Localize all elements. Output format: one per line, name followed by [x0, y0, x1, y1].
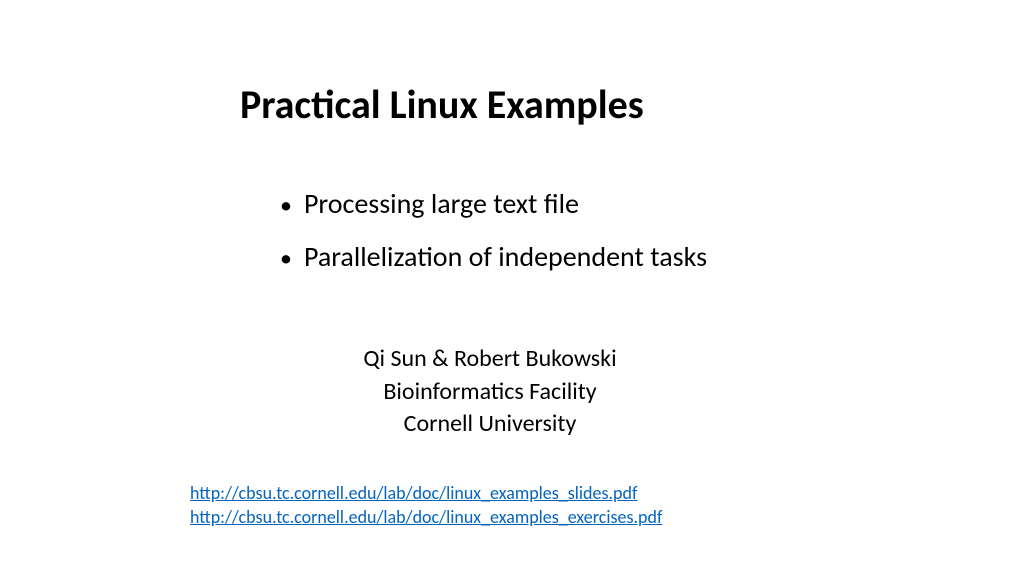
exercises-link[interactable]: http://cbsu.tc.cornell.edu/lab/doc/linux…	[190, 505, 662, 529]
bullet-dot-icon: •	[280, 183, 292, 229]
bullet-dot-icon: •	[280, 236, 292, 282]
bullet-list: • Processing large text file • Paralleli…	[280, 177, 840, 283]
slide-container: Practical Linux Examples • Processing la…	[0, 0, 1020, 573]
bullet-text: Processing large text file	[304, 177, 579, 230]
authors-facility: Bioinformatics Facility	[140, 376, 840, 408]
bullet-item: • Parallelization of independent tasks	[280, 230, 840, 283]
authors-names: Qi Sun & Robert Bukowski	[140, 343, 840, 375]
slide-title: Practical Linux Examples	[240, 80, 840, 129]
links-block: http://cbsu.tc.cornell.edu/lab/doc/linux…	[190, 481, 840, 530]
authors-university: Cornell University	[140, 408, 840, 440]
bullet-item: • Processing large text file	[280, 177, 840, 230]
slides-link[interactable]: http://cbsu.tc.cornell.edu/lab/doc/linux…	[190, 481, 637, 505]
authors-block: Qi Sun & Robert Bukowski Bioinformatics …	[140, 343, 840, 440]
bullet-text: Parallelization of independent tasks	[304, 230, 707, 283]
